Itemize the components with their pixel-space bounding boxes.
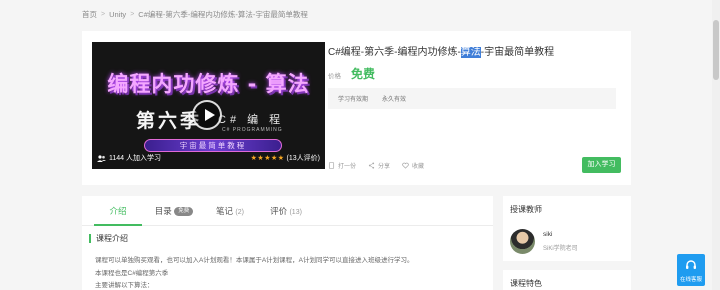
extra-action[interactable]: 打一份	[328, 161, 356, 170]
course-title-highlight: 算法	[460, 47, 481, 58]
users-icon	[97, 154, 106, 162]
teacher-name[interactable]: siki	[543, 231, 578, 238]
features-card: 课程特色	[503, 270, 631, 290]
tab-reviews-count: (13)	[289, 209, 302, 216]
intro-line: 主要讲解以下算法：	[95, 282, 154, 289]
course-rating: ★★★★★ (13人评价)	[251, 153, 320, 163]
breadcrumb-category[interactable]: Unity	[109, 10, 126, 19]
tab-reviews-label: 评价	[270, 206, 288, 216]
tab-notes-count: (2)	[235, 209, 244, 216]
avatar[interactable]	[510, 229, 535, 254]
heart-icon	[402, 162, 409, 169]
breadcrumb-separator: >	[101, 11, 106, 18]
tab-intro[interactable]: 介绍	[90, 196, 146, 226]
page-scrollbar[interactable]	[712, 0, 720, 290]
course-header-card: 编程内功修炼 - 算法 第六季 C# 编 程 C# PROGRAMMING 宇宙…	[82, 31, 631, 185]
teacher-section-title: 授课教师	[510, 205, 542, 214]
free-badge: 免费	[174, 207, 194, 217]
price-row: 价格 免费	[328, 65, 621, 82]
learner-count: 1144 人加入学习	[97, 153, 161, 163]
share-label: 分享	[378, 163, 391, 170]
play-icon[interactable]	[192, 100, 222, 130]
cover-title-art: 编程内功修炼 - 算法	[107, 72, 310, 96]
tab-notes[interactable]: 笔记 (2)	[202, 196, 258, 225]
cover-stats-bar: 1144 人加入学习 ★★★★★ (13人评价)	[92, 147, 325, 169]
intro-line: 本课程也是C#编程第六季	[95, 269, 169, 277]
course-title: C#编程-第六季-编程内功修炼-算法-宇宙最简单教程	[328, 43, 621, 58]
tab-intro-label: 介绍	[109, 206, 127, 216]
breadcrumb: 首页 > Unity > C#编程-第六季-编程内功修炼-算法-宇宙最简单教程	[82, 9, 308, 20]
cover-season-subtitle: C# 编 程	[218, 114, 285, 126]
teacher-row[interactable]: siki SiKi学院老司	[510, 229, 631, 254]
course-title-part: -宇宙最简单教程	[480, 47, 555, 58]
validity-label: 学习有效期	[338, 97, 369, 103]
action-links: 打一份 分享 收藏	[328, 161, 424, 170]
extra-action-label: 打一份	[338, 163, 357, 170]
tab-notes-label: 笔记	[216, 206, 234, 216]
breadcrumb-separator: >	[130, 11, 135, 18]
phone-icon	[328, 161, 335, 169]
breadcrumb-home[interactable]: 首页	[82, 9, 97, 20]
course-title-part: C#编程-第六季-编程内功修炼-	[328, 47, 461, 58]
favorite-action[interactable]: 收藏	[402, 161, 424, 170]
scrollbar-thumb[interactable]	[713, 20, 719, 80]
star-rating-icon: ★★★★★	[250, 155, 285, 162]
share-icon	[368, 161, 375, 169]
intro-line: 课程可以单独购买观看，也可以加入A计划观看！本课属于A计划课程，A计划同学可以直…	[95, 257, 414, 264]
join-course-button[interactable]: 加入学习	[582, 157, 621, 173]
course-cover-video[interactable]: 编程内功修炼 - 算法 第六季 C# 编 程 C# PROGRAMMING 宇宙…	[92, 42, 325, 169]
course-actions: 打一份 分享 收藏 加入学习	[328, 157, 621, 173]
headset-icon	[686, 260, 696, 269]
review-count[interactable]: (13人评价)	[287, 153, 320, 163]
features-section-title: 课程特色	[510, 279, 542, 288]
course-content-panel: 介绍 目录 免费 笔记 (2) 评价 (13) 课程介绍 课程可以单独购买观看，…	[82, 196, 493, 290]
teacher-card: 授课教师 siki SiKi学院老司	[503, 196, 631, 261]
intro-section-title: 课程介绍	[89, 234, 493, 243]
price-value: 免费	[351, 67, 376, 81]
breadcrumb-current: C#编程-第六季-编程内功修炼-算法-宇宙最简单教程	[138, 10, 308, 19]
course-info: C#编程-第六季-编程内功修炼-算法-宇宙最简单教程 价格 免费 学习有效期 永…	[328, 42, 621, 175]
online-support-button[interactable]: 在线客服	[677, 254, 705, 286]
validity-box: 学习有效期 永久有效	[328, 88, 616, 109]
tab-reviews[interactable]: 评价 (13)	[258, 196, 314, 225]
tab-catalog-label: 目录	[154, 206, 172, 216]
teacher-role: SiKi学院老司	[543, 246, 578, 252]
learner-count-text: 1144 人加入学习	[109, 155, 161, 162]
validity-value: 永久有效	[382, 97, 407, 103]
online-support-label: 在线客服	[679, 277, 702, 283]
course-tabs: 介绍 目录 免费 笔记 (2) 评价 (13)	[82, 196, 493, 226]
tab-catalog[interactable]: 目录 免费	[146, 196, 202, 225]
share-action[interactable]: 分享	[368, 161, 390, 170]
intro-description: 课程可以单独购买观看，也可以加入A计划观看！本课属于A计划课程，A计划同学可以直…	[95, 255, 493, 290]
cover-small-text: C# PROGRAMMING	[222, 127, 283, 133]
price-label: 价格	[328, 73, 341, 80]
favorite-label: 收藏	[412, 163, 425, 170]
